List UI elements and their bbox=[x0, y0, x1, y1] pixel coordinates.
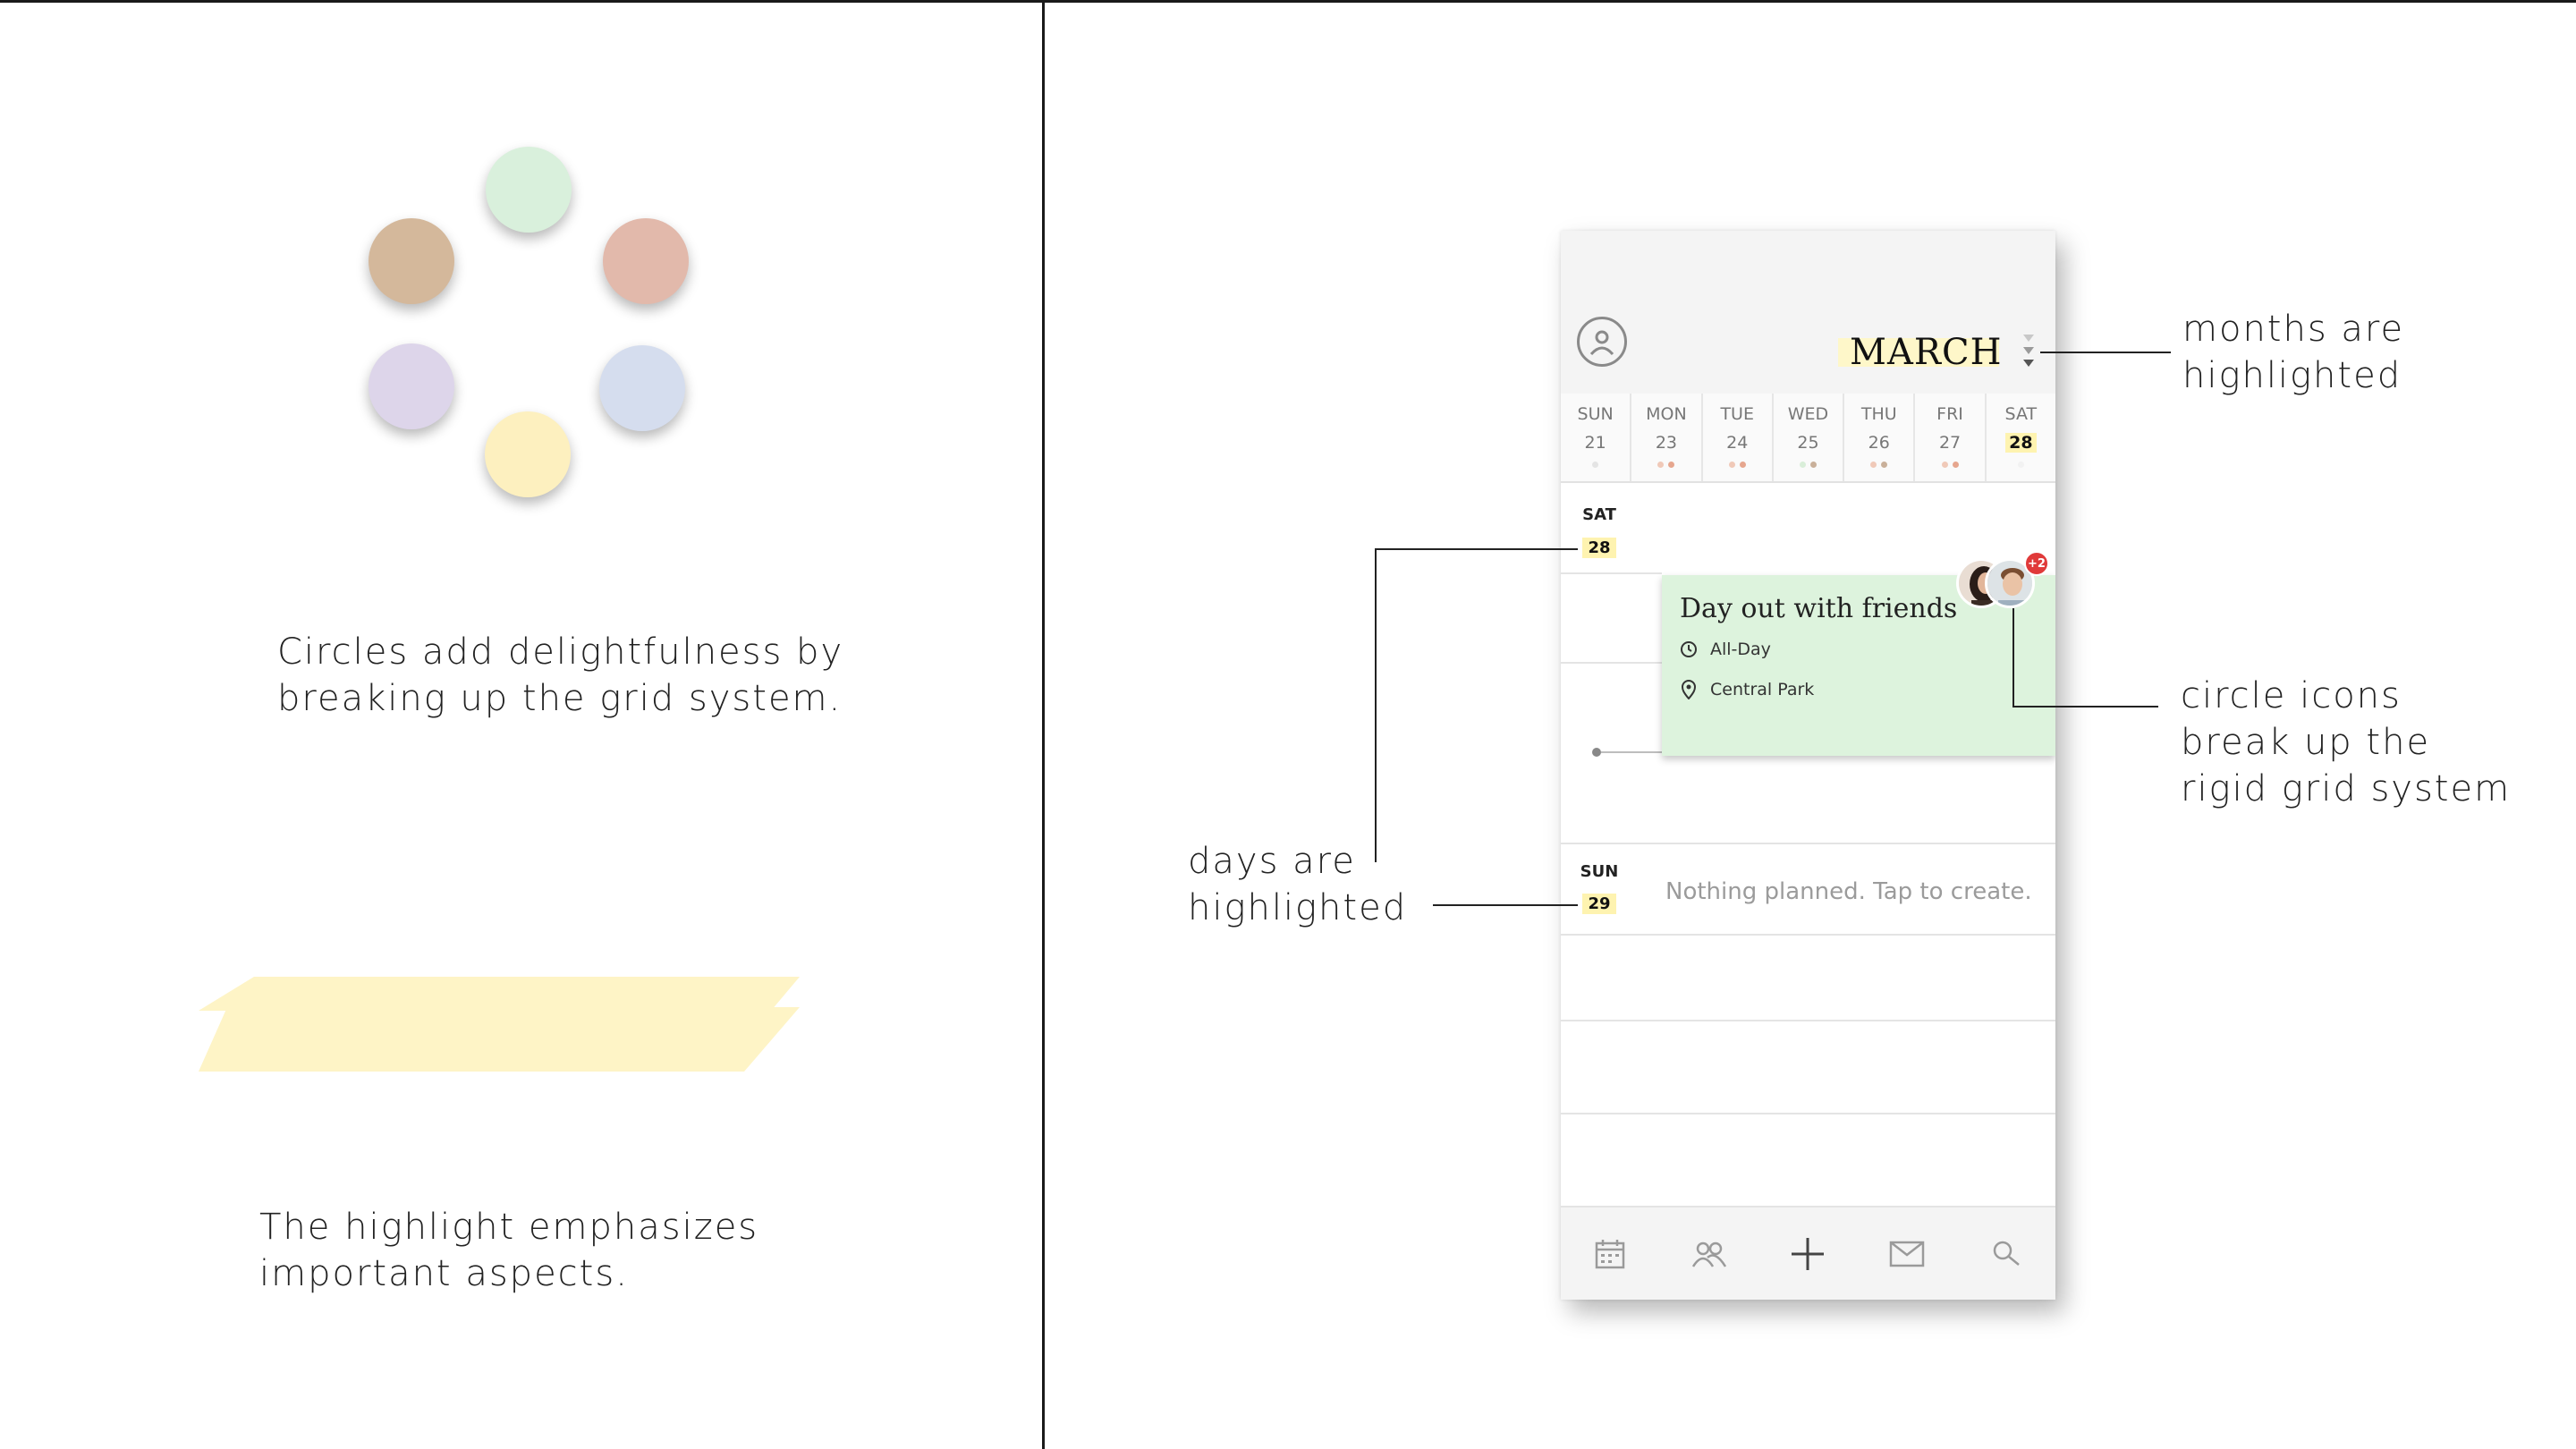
location-pin-icon bbox=[1681, 680, 1697, 699]
profile-button[interactable] bbox=[1577, 317, 1627, 367]
event-location: Central Park bbox=[1680, 680, 1814, 699]
tab-people[interactable] bbox=[1682, 1227, 1736, 1281]
tab-bar bbox=[1561, 1206, 2055, 1300]
current-time-line bbox=[1601, 751, 1664, 753]
circle-green bbox=[486, 147, 572, 233]
extra-attendees-badge: +2 bbox=[2024, 551, 2049, 576]
tab-search[interactable] bbox=[1979, 1227, 2033, 1281]
months-annotation: months are highlighted bbox=[2182, 309, 2405, 396]
event-title: Day out with friends bbox=[1680, 593, 1958, 624]
circles-callout-line-v bbox=[2012, 608, 2014, 707]
day-label-sat: SAT bbox=[1582, 505, 1616, 524]
weekday-fri[interactable]: FRI 27 bbox=[1915, 394, 1987, 481]
mail-icon bbox=[1889, 1241, 1925, 1267]
weekday-sun[interactable]: SUN 21 bbox=[1561, 394, 1632, 481]
event-dots bbox=[1774, 462, 1843, 468]
days-callout-line-v bbox=[1375, 548, 1377, 862]
circles-callout-line-h bbox=[2012, 706, 2158, 708]
circle-lavender bbox=[369, 343, 454, 429]
tab-inbox[interactable] bbox=[1880, 1227, 1934, 1281]
tab-add[interactable] bbox=[1781, 1227, 1835, 1281]
event-dots bbox=[1915, 462, 1984, 468]
weekday-wed[interactable]: WED 25 bbox=[1774, 394, 1845, 481]
circle-rose bbox=[603, 218, 689, 304]
months-callout-line bbox=[2040, 352, 2171, 353]
month-switch-icon[interactable] bbox=[2020, 329, 2038, 374]
grid-line bbox=[1561, 1020, 2055, 1021]
search-icon bbox=[1993, 1241, 2020, 1266]
grid-line bbox=[1561, 843, 2055, 844]
tab-calendar[interactable] bbox=[1583, 1227, 1637, 1281]
circles-caption: Circles add delightfulness by breaking u… bbox=[277, 631, 844, 719]
current-time-dot bbox=[1592, 748, 1601, 757]
plus-icon bbox=[1792, 1237, 1825, 1270]
phone-mockup: MARCH SUN 21 MON 23 TUE 24 WED 25 THU 26 bbox=[1561, 231, 2055, 1300]
people-icon bbox=[1691, 1241, 1726, 1267]
grid-line bbox=[1561, 934, 2055, 936]
event-dots bbox=[1844, 462, 1913, 468]
circle-blue bbox=[599, 345, 685, 431]
highlight-swatch bbox=[199, 977, 800, 1072]
highlight-caption: The highlight emphasizes important aspec… bbox=[259, 1207, 759, 1294]
calendar-icon bbox=[1596, 1239, 1625, 1268]
clock-icon bbox=[1681, 641, 1697, 657]
weekday-mon[interactable]: MON 23 bbox=[1631, 394, 1703, 481]
circles-annotation: circle icons break up the rigid grid sys… bbox=[2181, 675, 2512, 809]
today-number: 28 bbox=[2005, 433, 2037, 453]
event-dots bbox=[1561, 462, 1630, 468]
weekday-sat[interactable]: SAT 28 bbox=[1987, 394, 2055, 481]
event-time: All-Day bbox=[1680, 640, 1771, 659]
attendee-avatars[interactable]: +2 bbox=[1956, 551, 2049, 614]
days-callout-line-top bbox=[1375, 548, 1578, 550]
top-border bbox=[0, 0, 2576, 3]
event-dots bbox=[1703, 462, 1772, 468]
days-annotation: days are highlighted bbox=[1188, 841, 1408, 928]
circle-tan bbox=[369, 218, 454, 304]
day-label-sun: SUN bbox=[1580, 862, 1619, 881]
day-number-28: 28 bbox=[1582, 538, 1616, 558]
month-title[interactable]: MARCH bbox=[1850, 332, 2002, 373]
empty-day-message[interactable]: Nothing planned. Tap to create. bbox=[1665, 878, 2032, 905]
circle-yellow bbox=[485, 411, 571, 497]
week-strip: SUN 21 MON 23 TUE 24 WED 25 THU 26 FRI 2… bbox=[1561, 394, 2055, 483]
grid-line bbox=[1561, 1113, 2055, 1114]
panel-divider bbox=[1042, 0, 1045, 1449]
event-dots bbox=[1987, 462, 2055, 468]
weekday-tue[interactable]: TUE 24 bbox=[1703, 394, 1774, 481]
profile-icon bbox=[1589, 330, 1614, 356]
weekday-thu[interactable]: THU 26 bbox=[1844, 394, 1916, 481]
days-callout-line-bottom bbox=[1433, 904, 1578, 906]
grid-line bbox=[1561, 662, 1662, 664]
grid-line bbox=[1561, 572, 1662, 574]
event-dots bbox=[1631, 462, 1700, 468]
day-number-29: 29 bbox=[1582, 894, 1616, 914]
